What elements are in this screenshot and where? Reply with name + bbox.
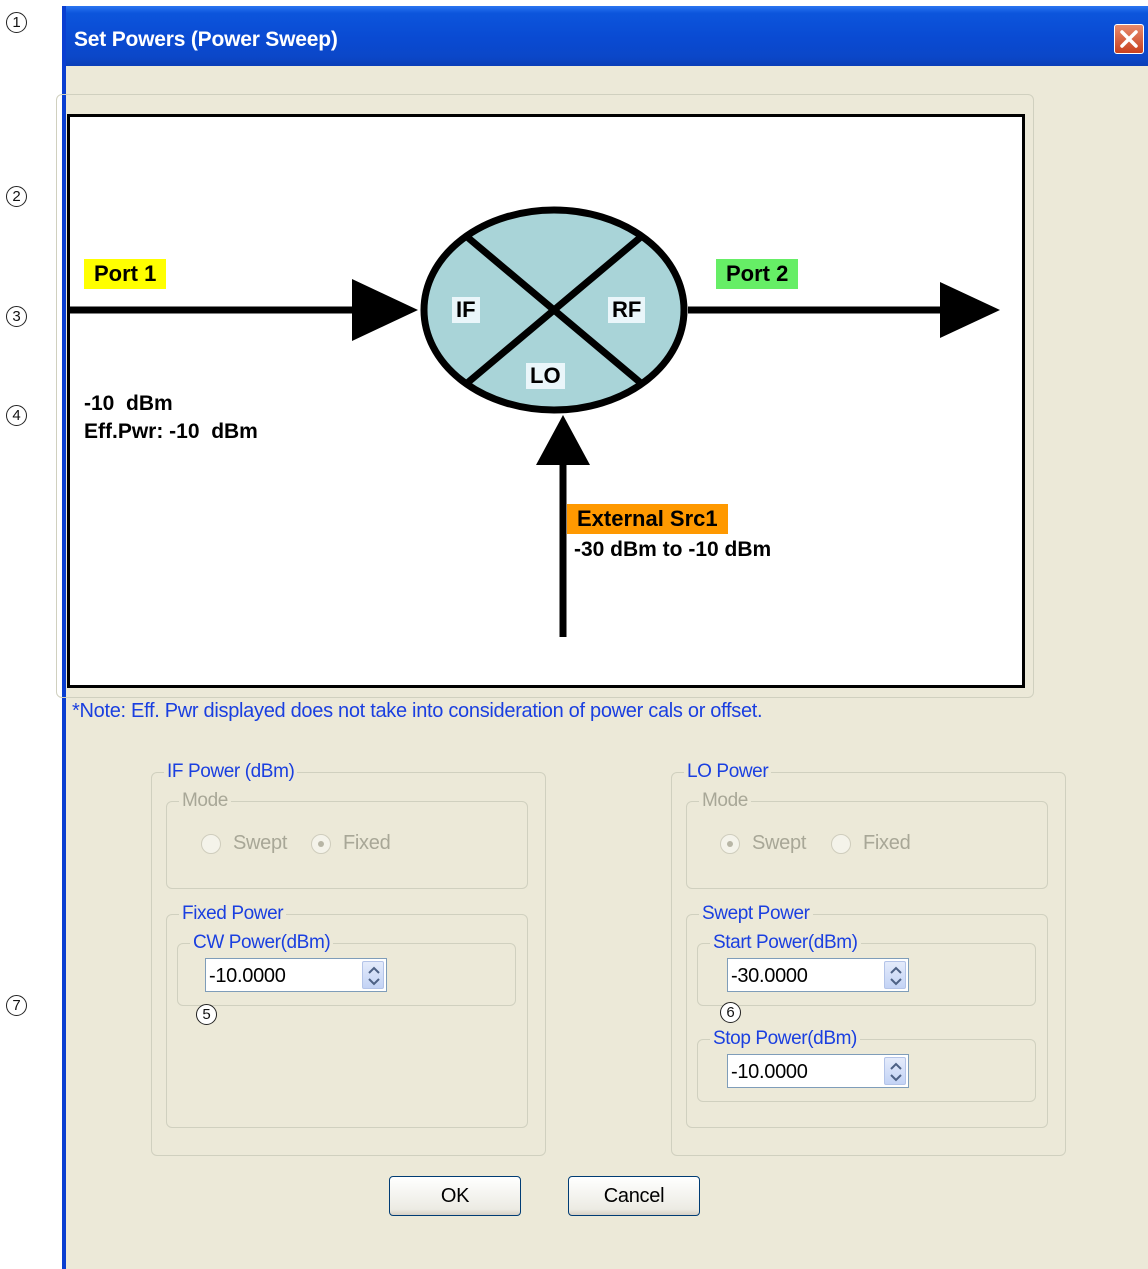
callout-7: 7 (6, 995, 27, 1016)
port1-arrowhead (352, 279, 418, 341)
effective-power-note: *Note: Eff. Pwr displayed does not take … (72, 700, 763, 722)
callout-4: 4 (6, 405, 27, 426)
stop-power-legend: Stop Power(dBm) (710, 1028, 860, 1050)
callout-1: 1 (6, 12, 27, 33)
chevron-up-icon[interactable] (890, 1061, 902, 1071)
start-power-spin-buttons[interactable] (884, 961, 906, 989)
title-bar[interactable]: Set Powers (Power Sweep) (66, 6, 1148, 66)
mixer-diagram: Port 1 Port 2 IF RF LO -10 dBm Eff.Pwr: … (67, 114, 1025, 688)
start-power-spinbox[interactable] (727, 958, 909, 992)
chevron-up-icon[interactable] (890, 965, 902, 975)
lo-swept-label: Swept (752, 832, 807, 854)
lo-fixed-radio[interactable]: Fixed (831, 832, 911, 855)
lo-arrowhead (536, 415, 590, 465)
stop-power-spinbox[interactable] (727, 1054, 909, 1088)
window-title: Set Powers (Power Sweep) (74, 28, 338, 51)
external-src-power: -30 dBm to -10 dBm (574, 538, 772, 561)
radio-button-selected-icon (720, 833, 740, 854)
lo-fixed-label: Fixed (863, 832, 911, 854)
if-fixed-power-legend: Fixed Power (179, 903, 287, 925)
mixer-diagram-graphic (70, 206, 1000, 637)
if-swept-label: Swept (233, 832, 288, 854)
lo-swept-radio[interactable]: Swept (720, 832, 806, 855)
cw-power-spin-buttons[interactable] (362, 961, 384, 989)
if-power-legend: IF Power (dBm) (164, 761, 298, 783)
if-mode-legend: Mode (179, 790, 231, 812)
if-swept-radio[interactable]: Swept (201, 832, 287, 855)
port2-arrowhead (940, 282, 1000, 338)
external-src-label: External Src1 (567, 504, 728, 534)
mixer-lo-label: LO (526, 363, 565, 389)
port1-label: Port 1 (84, 259, 167, 289)
stop-power-spin-buttons[interactable] (884, 1057, 906, 1085)
stop-power-input[interactable] (728, 1055, 880, 1087)
callout-3: 3 (6, 306, 27, 327)
start-power-legend: Start Power(dBm) (710, 932, 861, 954)
radio-button-icon (831, 833, 851, 854)
radio-button-icon (201, 833, 221, 854)
lo-power-legend: LO Power (684, 761, 772, 783)
close-icon (1120, 30, 1138, 48)
port2-label: Port 2 (716, 259, 799, 289)
if-fixed-label: Fixed (343, 832, 391, 854)
cw-power-spinbox[interactable] (205, 958, 387, 992)
mixer-rf-label: RF (608, 297, 646, 323)
callout-5: 5 (196, 1004, 217, 1025)
callout-2: 2 (6, 186, 27, 207)
if-fixed-radio[interactable]: Fixed (311, 832, 391, 855)
lo-swept-power-legend: Swept Power (699, 903, 813, 925)
chevron-down-icon[interactable] (890, 977, 902, 987)
callout-6: 6 (720, 1002, 741, 1023)
port1-power: -10 dBm (84, 392, 173, 415)
chevron-up-icon[interactable] (368, 965, 380, 975)
ok-button[interactable]: OK (389, 1176, 521, 1216)
cw-power-legend: CW Power(dBm) (190, 932, 334, 954)
lo-mode-legend: Mode (699, 790, 751, 812)
port1-effective-power: Eff.Pwr: -10 dBm (84, 420, 258, 443)
cancel-button[interactable]: Cancel (568, 1176, 700, 1216)
radio-button-selected-icon (311, 833, 331, 854)
chevron-down-icon[interactable] (890, 1073, 902, 1083)
chevron-down-icon[interactable] (368, 977, 380, 987)
close-button[interactable] (1114, 24, 1144, 54)
cw-power-input[interactable] (206, 959, 358, 991)
start-power-input[interactable] (728, 959, 880, 991)
mixer-if-label: IF (452, 297, 480, 323)
